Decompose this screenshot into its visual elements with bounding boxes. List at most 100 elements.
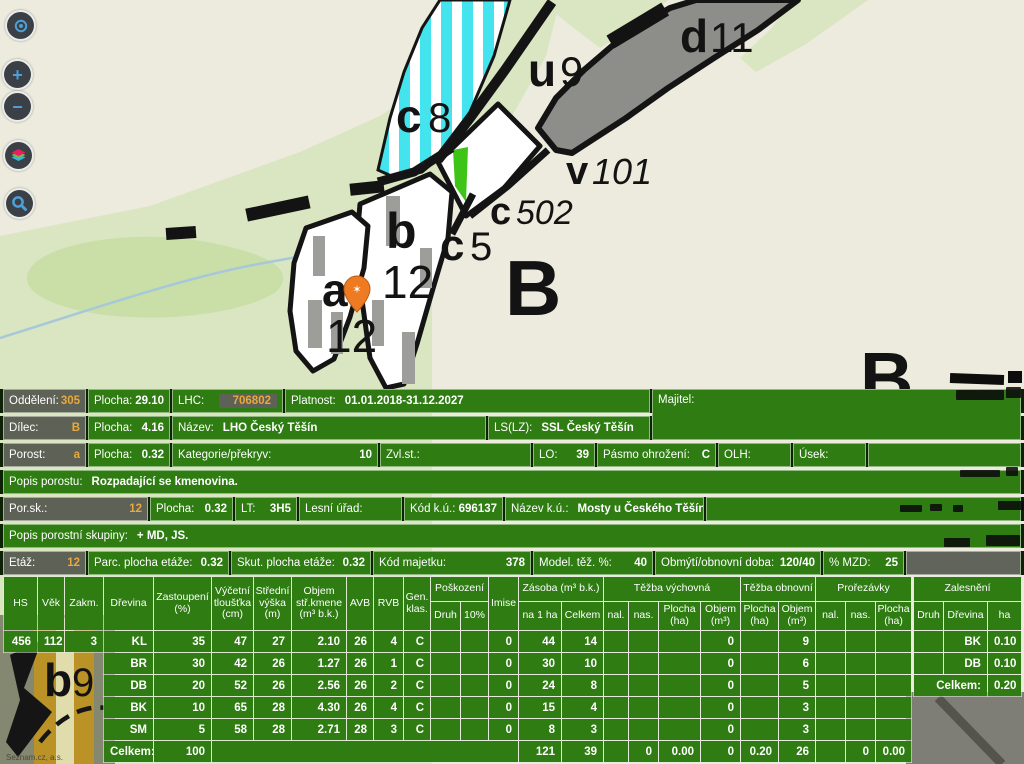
map-underlay-bottom-right	[906, 692, 1024, 764]
stand-cell: 24	[519, 675, 562, 697]
zalesneni-body: BK0.10DB0.10Celkem:0.20	[914, 631, 1022, 697]
group-zalesneni: Zalesnění	[914, 577, 1022, 602]
field-nazev-ku[interactable]: Název k.ú.: Mosty u Českého Těšína	[505, 497, 704, 521]
stand-cell: 0.00	[659, 741, 701, 763]
map-label-B: B	[505, 244, 561, 332]
map-label-c502-number: 502	[516, 194, 573, 232]
field-zvlst[interactable]: Zvl.st.:	[380, 443, 531, 467]
field-plocha-porost[interactable]: Plocha: 0.32	[88, 443, 170, 467]
col-avb: AVB	[347, 577, 374, 631]
field-lt[interactable]: LT: 3H5	[235, 497, 297, 521]
map-bleed	[944, 538, 970, 547]
parcel-hatch	[402, 332, 415, 384]
field-kategorie[interactable]: Kategorie/překryv: 10	[172, 443, 378, 467]
col-zal-ha: ha	[988, 602, 1022, 631]
field-parc-plocha[interactable]: Parc. plocha etáže: 0.32	[88, 551, 229, 575]
field-nazev[interactable]: Název: LHO Český Těšín	[172, 416, 486, 440]
stand-cell: 4	[374, 631, 404, 653]
field-value: 0.32	[343, 557, 365, 569]
field-label: Pásmo ohrožení:	[603, 449, 690, 461]
field-label: OLH:	[724, 449, 751, 461]
field-plocha-dilec[interactable]: Plocha: 4.16	[88, 416, 170, 440]
field-dilec[interactable]: Dílec: B	[3, 416, 86, 440]
stand-row: 4561123KL3547272.10264C0441409	[4, 631, 912, 653]
map-label-d11-letter: d	[680, 10, 708, 62]
field-value: 0.32	[205, 503, 227, 515]
stand-cell: 0.20	[741, 741, 779, 763]
field-empty	[706, 497, 1021, 521]
field-etaz[interactable]: Etáž: 12	[3, 551, 86, 575]
col-nal: nal.	[816, 602, 846, 631]
stand-table-body: 4561123KL3547272.10264C0441409BR3042261.…	[4, 631, 912, 763]
stand-cell: 0	[701, 719, 741, 741]
field-obmyti[interactable]: Obmýtí/obnovní doba: 120/40	[655, 551, 821, 575]
stand-cell: 8	[519, 719, 562, 741]
stand-cell: 0	[629, 741, 659, 763]
field-value: 378	[506, 557, 525, 569]
field-porost[interactable]: Porost: a	[3, 443, 86, 467]
field-model-tez[interactable]: Model. těž. %: 40	[533, 551, 653, 575]
field-lesni-urad[interactable]: Lesní úřad:	[299, 497, 402, 521]
stand-cell: 10	[562, 653, 604, 675]
stand-cell: 3	[65, 631, 104, 653]
zoom-out-button[interactable]: −	[2, 91, 33, 122]
col-gen-klas: Gen. klas.	[404, 577, 431, 631]
col-druh: Druh	[431, 602, 461, 631]
field-mzd[interactable]: % MZD: 25	[823, 551, 904, 575]
stand-cell	[604, 653, 629, 675]
field-kod-majetku[interactable]: Kód majetku: 378	[373, 551, 531, 575]
field-plocha-oddeleni[interactable]: Plocha: 29.10	[88, 389, 170, 413]
field-usek[interactable]: Úsek:	[793, 443, 866, 467]
field-plocha-porsk[interactable]: Plocha: 0.32	[150, 497, 233, 521]
zalesneni-header: Zalesnění Druh Dřevina ha	[914, 577, 1022, 631]
stand-cell: 3	[779, 697, 816, 719]
search-button[interactable]	[4, 188, 35, 219]
map-label-c5-number: 5	[470, 225, 492, 269]
field-label: LHC:	[178, 395, 204, 407]
stand-cell	[914, 653, 944, 675]
field-label: Plocha:	[94, 395, 132, 407]
stand-cell	[604, 697, 629, 719]
stand-cell: DB	[104, 675, 154, 697]
field-olh[interactable]: OLH:	[718, 443, 791, 467]
field-popis-porostu[interactable]: Popis porostu: Rozpadající se kmenovina.	[3, 470, 1021, 494]
field-porsk[interactable]: Por.sk.: 12	[3, 497, 148, 521]
stand-cell: 0	[489, 653, 519, 675]
field-label: Etáž:	[9, 557, 35, 569]
zoom-in-button[interactable]: +	[2, 59, 33, 90]
stand-cell	[38, 653, 65, 675]
field-lo[interactable]: LO: 39	[533, 443, 595, 467]
stand-cell	[741, 631, 779, 653]
layers-icon	[10, 147, 27, 164]
field-lslz[interactable]: LS(LZ): SSL Český Těšín	[488, 416, 650, 440]
field-pasmo[interactable]: Pásmo ohrožení: C	[597, 443, 716, 467]
map-label-c8-letter: c	[396, 90, 422, 142]
field-label: % MZD:	[829, 557, 871, 569]
stand-cell: 26	[347, 653, 374, 675]
field-platnost[interactable]: Platnost: 01.01.2018-31.12.2027	[285, 389, 650, 413]
info-row-popis-porostu: Popis porostu: Rozpadající se kmenovina.	[0, 470, 1024, 494]
field-oddeleni[interactable]: Oddělení: 305	[3, 389, 86, 413]
stand-cell: SM	[104, 719, 154, 741]
field-popis-skupiny[interactable]: Popis porostní skupiny: + MD, JS.	[3, 524, 1021, 548]
stand-cell: 4	[562, 697, 604, 719]
map-label-c5-letter: c	[440, 221, 464, 270]
field-lhc[interactable]: LHC: 706802	[172, 389, 283, 413]
map-mark	[950, 373, 1004, 385]
stand-cell: 0	[701, 741, 741, 763]
col-nas: nas.	[846, 602, 876, 631]
stand-cell: 4	[374, 697, 404, 719]
stand-cell	[38, 675, 65, 697]
layers-button[interactable]	[3, 140, 34, 171]
stand-cell: 10	[154, 697, 212, 719]
locate-button[interactable]	[5, 10, 36, 41]
stand-cell	[604, 719, 629, 741]
field-skut-plocha[interactable]: Skut. plocha etáže: 0.32	[231, 551, 371, 575]
col-rvb: RVB	[374, 577, 404, 631]
locate-icon	[13, 18, 29, 34]
field-kod-ku[interactable]: Kód k.ú.: 696137	[404, 497, 503, 521]
stand-cell	[65, 675, 104, 697]
stand-cell: 0	[489, 631, 519, 653]
svg-text:✶: ✶	[352, 283, 361, 296]
stand-cell	[65, 697, 104, 719]
